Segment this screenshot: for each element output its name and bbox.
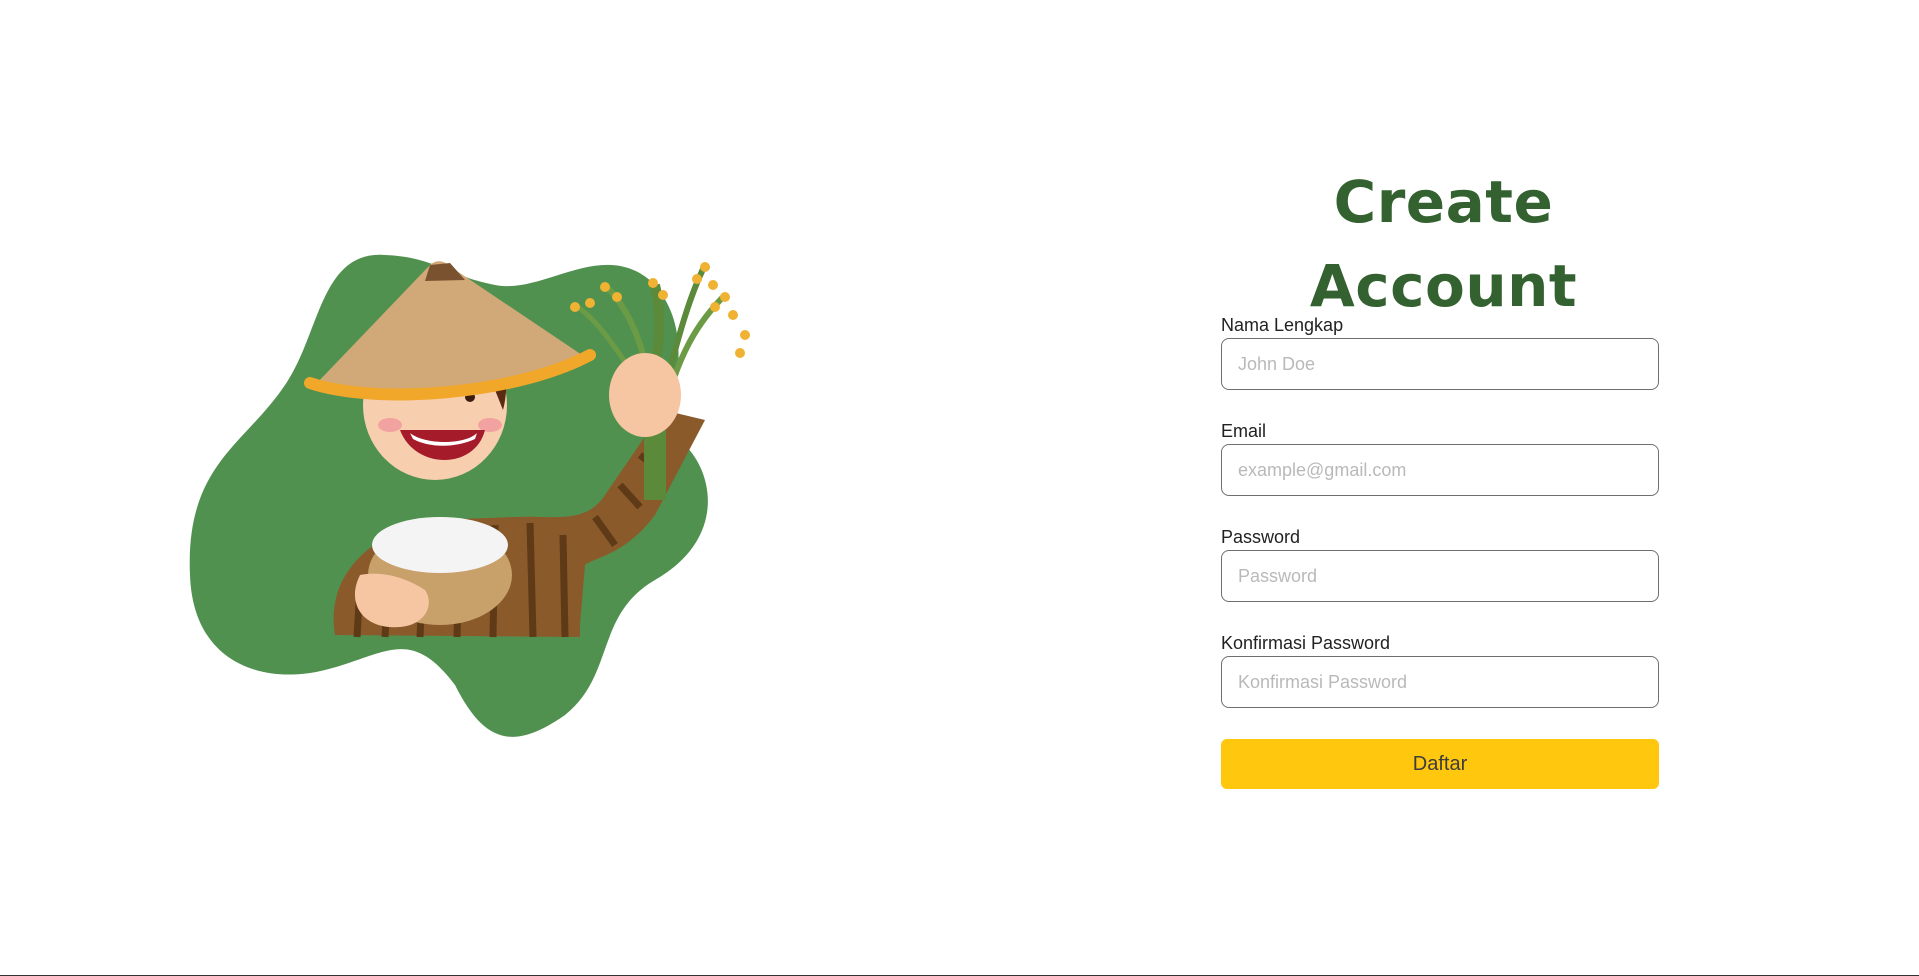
register-form: Create Account Nama Lengkap Email Passwo… xyxy=(1215,160,1680,789)
password-input[interactable] xyxy=(1221,550,1659,602)
confirm-password-field: Konfirmasi Password xyxy=(1221,633,1659,708)
register-button[interactable]: Daftar xyxy=(1221,739,1659,789)
page-title: Create Account xyxy=(1309,168,1578,320)
rice-shape xyxy=(372,517,508,573)
email-input[interactable] xyxy=(1221,444,1659,496)
right-fist-shape xyxy=(609,353,681,437)
email-label: Email xyxy=(1221,421,1267,441)
register-page: Create Account Nama Lengkap Email Passwo… xyxy=(0,0,1919,976)
farmer-illustration xyxy=(185,245,805,755)
full-name-input[interactable] xyxy=(1221,338,1659,390)
password-label: Password xyxy=(1221,527,1301,547)
email-field: Email xyxy=(1221,421,1659,496)
password-field: Password xyxy=(1221,527,1659,602)
confirm-password-label: Konfirmasi Password xyxy=(1221,633,1391,653)
farmer-illustration-svg xyxy=(189,254,750,737)
confirm-password-input[interactable] xyxy=(1221,656,1659,708)
